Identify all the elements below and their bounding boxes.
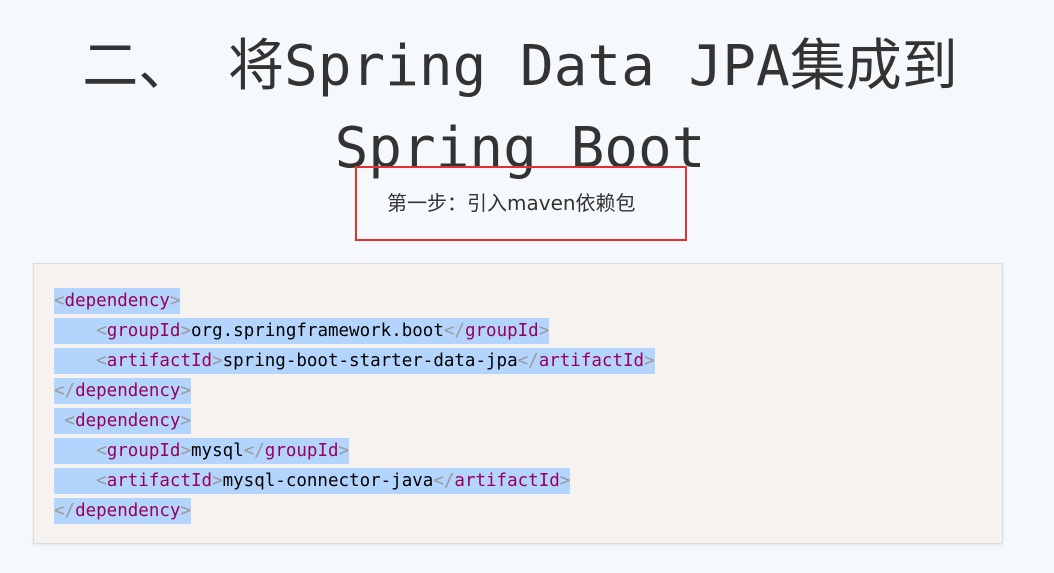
tag-bracket: </ [54, 381, 76, 401]
tag-name: dependency [75, 411, 181, 431]
tag-bracket: </ [243, 441, 265, 461]
code-line: <groupId>mysql</groupId> [54, 436, 655, 466]
selected-text: <artifactId>mysql-connector-java</artifa… [54, 468, 571, 494]
tag-bracket: > [180, 441, 192, 461]
tag-name: groupId [106, 441, 181, 461]
tag-bracket: </ [54, 501, 76, 521]
tag-name: artifactId [106, 351, 213, 371]
tag-bracket: > [212, 471, 223, 491]
code-line: <artifactId>mysql-connector-java</artifa… [54, 466, 655, 496]
code-line: <groupId>org.springframework.boot</group… [54, 316, 655, 346]
tag-bracket: > [538, 321, 550, 341]
step-label: 第一步：引入maven依赖包 [387, 191, 636, 215]
tag-bracket: </ [433, 471, 455, 491]
code-line: </dependency> [54, 376, 655, 406]
selected-text: <artifactId>spring-boot-starter-data-jpa… [54, 348, 655, 374]
selected-text: </dependency> [54, 498, 191, 524]
tag-bracket: > [169, 291, 181, 311]
tag-value: spring-boot-starter-data-jpa [222, 351, 518, 371]
selected-text: <groupId>mysql</groupId> [54, 438, 350, 464]
tag-bracket: > [559, 471, 571, 491]
code-block[interactable]: <dependency> <groupId>org.springframewor… [33, 263, 1003, 544]
tag-name: artifactId [106, 471, 213, 491]
tag-bracket: < [96, 321, 107, 341]
tag-name: artifactId [454, 471, 560, 491]
tag-value: org.springframework.boot [191, 321, 444, 341]
tag-bracket: </ [443, 321, 465, 341]
selected-text: <groupId>org.springframework.boot</group… [54, 318, 550, 344]
tag-bracket: > [180, 501, 191, 521]
tag-name: dependency [75, 381, 181, 401]
tag-name: groupId [464, 321, 539, 341]
tag-value: mysql [191, 441, 244, 461]
selected-text: <dependency> [54, 408, 191, 434]
tag-bracket: > [180, 321, 192, 341]
tag-bracket: < [54, 291, 65, 311]
tag-name: groupId [106, 321, 181, 341]
code-line: <dependency> [54, 286, 655, 316]
tag-bracket: < [96, 471, 107, 491]
tag-value: mysql-connector-java [222, 471, 434, 491]
tag-bracket: > [212, 351, 223, 371]
tag-bracket: < [96, 441, 107, 461]
tag-name: dependency [64, 291, 170, 311]
tag-bracket: </ [517, 351, 539, 371]
tag-name: dependency [75, 501, 181, 521]
tag-bracket: > [338, 441, 350, 461]
code-line: <artifactId>spring-boot-starter-data-jpa… [54, 346, 655, 376]
code-line: <dependency> [54, 406, 655, 436]
tag-name: groupId [264, 441, 339, 461]
tag-bracket: > [180, 411, 191, 431]
selected-text: </dependency> [54, 378, 191, 404]
tag-bracket: > [180, 381, 191, 401]
selected-text: <dependency> [54, 288, 181, 314]
tag-bracket: > [644, 351, 655, 371]
tag-bracket: < [64, 411, 76, 431]
page-title-line-1: 二、 将Spring Data JPA集成到 [82, 34, 958, 99]
code-content[interactable]: <dependency> <groupId>org.springframewor… [54, 286, 655, 526]
code-line: </dependency> [54, 496, 655, 526]
tag-name: artifactId [538, 351, 645, 371]
tag-bracket: < [96, 351, 107, 371]
